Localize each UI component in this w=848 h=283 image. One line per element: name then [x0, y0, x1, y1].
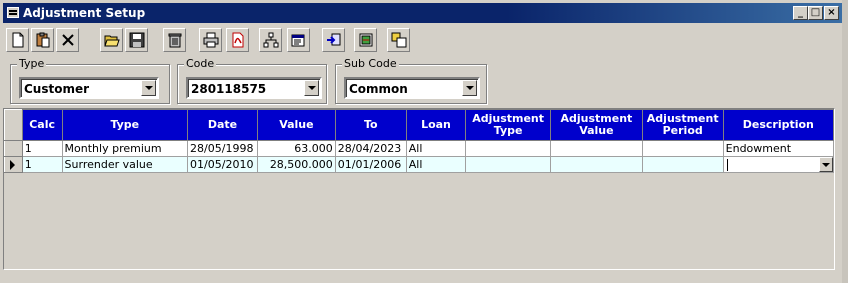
type-value: Customer [24, 82, 90, 96]
column-header-value[interactable]: Value [257, 109, 336, 141]
cell-to[interactable]: 28/04/2023 [334, 140, 407, 157]
row-selector[interactable] [4, 156, 23, 173]
cell-adjustment-value[interactable] [550, 156, 643, 173]
copy-records-icon [391, 32, 407, 48]
cell-adjustment-type[interactable] [465, 156, 552, 173]
cell-adjustment-period[interactable] [641, 156, 724, 173]
cell-value[interactable]: 63.000 [257, 140, 336, 157]
text-caret [726, 159, 728, 171]
chevron-down-icon[interactable] [462, 80, 477, 96]
column-header-to[interactable]: To [334, 109, 407, 141]
description-dropdown[interactable] [722, 156, 835, 173]
adjustment-table: Calc Type Date Value To Loan Adjustment … [4, 109, 835, 173]
paste-button[interactable] [31, 28, 54, 52]
toolbar [3, 27, 842, 57]
type-select[interactable]: Customer [19, 77, 159, 99]
export-button[interactable] [354, 28, 377, 52]
cell-date[interactable]: 28/05/1998 [187, 140, 258, 157]
app-icon [7, 7, 19, 18]
cell-value[interactable]: 28,500.000 [257, 156, 336, 173]
subcode-value: Common [349, 82, 408, 96]
row-selector-header[interactable] [4, 109, 23, 141]
cell-loan[interactable]: All [405, 140, 467, 157]
maximize-button[interactable]: □ [808, 6, 823, 20]
hierarchy-button[interactable] [259, 28, 282, 52]
cell-type[interactable]: Monthly premium [61, 140, 189, 157]
current-row-arrow-icon [10, 160, 15, 170]
column-header-adjustment-period[interactable]: Adjustment Period [641, 109, 724, 141]
chevron-down-icon[interactable] [141, 80, 156, 96]
chevron-down-icon[interactable] [819, 157, 833, 172]
open-button[interactable] [100, 28, 123, 52]
window-edge [842, 0, 848, 283]
trash-icon [168, 33, 182, 48]
table-row[interactable]: 1 Surrender value 01/05/2010 28,500.000 … [4, 156, 835, 173]
open-folder-icon [104, 35, 120, 47]
export-icon [359, 33, 373, 47]
table-row[interactable]: 1 Monthly premium 28/05/1998 63.000 28/0… [4, 140, 835, 157]
pdf-icon [232, 32, 244, 48]
delete-x-icon [62, 34, 74, 46]
properties-button[interactable] [287, 28, 310, 52]
code-value: 280118575 [191, 82, 267, 96]
import-button[interactable] [322, 28, 345, 52]
code-label: Code [184, 57, 217, 70]
cell-calc[interactable]: 1 [21, 140, 63, 157]
properties-icon [291, 34, 305, 47]
chevron-down-icon[interactable] [304, 80, 319, 96]
window-title: Adjustment Setup [23, 6, 146, 20]
new-icon [12, 32, 24, 48]
cell-adjustment-value[interactable] [550, 140, 643, 157]
print-button[interactable] [199, 28, 222, 52]
header-row: Calc Type Date Value To Loan Adjustment … [4, 109, 835, 141]
cell-description[interactable]: Endowment [722, 140, 835, 157]
row-selector[interactable] [4, 140, 23, 157]
column-header-loan[interactable]: Loan [405, 109, 467, 141]
cell-to[interactable]: 01/01/2006 [334, 156, 407, 173]
column-header-calc[interactable]: Calc [21, 109, 63, 141]
subcode-group: Sub Code Common [335, 57, 487, 104]
column-header-adjustment-type[interactable]: Adjustment Type [465, 109, 552, 141]
save-icon [129, 32, 145, 48]
code-select[interactable]: 280118575 [186, 77, 322, 99]
close-button[interactable]: × [824, 6, 839, 20]
cell-calc[interactable]: 1 [21, 156, 63, 173]
adjustment-setup-window: Adjustment Setup _ □ × Type Customer Cod… [0, 0, 848, 283]
minimize-button[interactable]: _ [793, 6, 808, 20]
copy-records-button[interactable] [387, 28, 410, 52]
save-button[interactable] [125, 28, 148, 52]
cell-adjustment-type[interactable] [465, 140, 552, 157]
subcode-label: Sub Code [342, 57, 399, 70]
hierarchy-icon [263, 32, 279, 48]
cell-loan[interactable]: All [405, 156, 467, 173]
print-icon [203, 32, 219, 48]
cell-type[interactable]: Surrender value [61, 156, 189, 173]
import-arrow-icon [327, 33, 341, 46]
code-group: Code 280118575 [177, 57, 327, 104]
cell-date[interactable]: 01/05/2010 [187, 156, 258, 173]
column-header-type[interactable]: Type [61, 109, 189, 141]
adjustment-grid[interactable]: Calc Type Date Value To Loan Adjustment … [3, 108, 835, 270]
pdf-export-button[interactable] [226, 28, 249, 52]
cancel-button[interactable] [56, 28, 79, 52]
cell-adjustment-period[interactable] [641, 140, 724, 157]
trash-button[interactable] [163, 28, 186, 52]
column-header-adjustment-value[interactable]: Adjustment Value [550, 109, 643, 141]
subcode-select[interactable]: Common [344, 77, 480, 99]
new-button[interactable] [6, 28, 29, 52]
title-bar[interactable]: Adjustment Setup _ □ × [3, 3, 842, 23]
column-header-date[interactable]: Date [187, 109, 258, 141]
type-group: Type Customer [10, 57, 170, 104]
type-label: Type [17, 57, 47, 70]
paste-icon [36, 32, 50, 48]
column-header-description[interactable]: Description [722, 109, 835, 141]
